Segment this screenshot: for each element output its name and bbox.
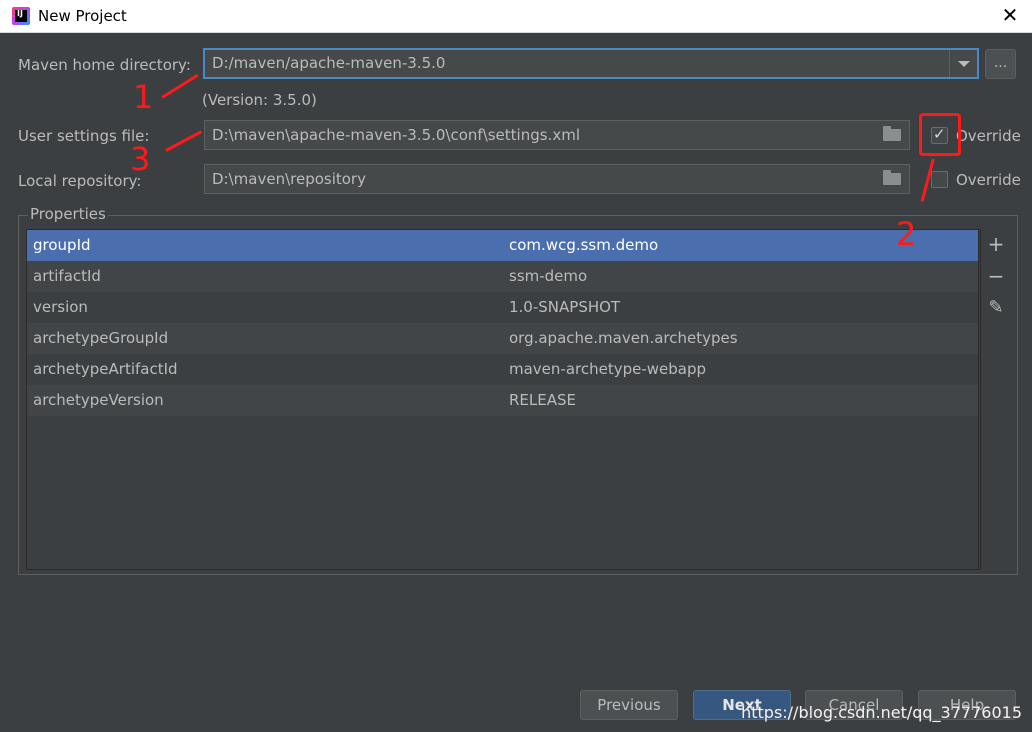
annotation-number-1: 1 [133,78,154,116]
annotation-arrow-1 [161,73,199,99]
local-repo-label: Local repository: [18,172,142,190]
properties-table: groupId com.wcg.ssm.demo artifactId ssm-de… [26,229,979,570]
property-value: org.apache.maven.archetypes [509,329,738,347]
table-row[interactable]: archetypeVersion RELEASE [27,385,978,416]
edit-icon[interactable]: ✎ [981,293,1011,323]
annotation-number-3: 3 [130,140,151,178]
maven-home-combo[interactable]: D:/maven/apache-maven-3.5.0 [203,48,979,79]
remove-icon[interactable]: − [981,261,1011,291]
local-repo-override-label: Override [956,171,1021,189]
user-settings-value: D:\maven\apache-maven-3.5.0\conf\setting… [212,126,580,144]
user-settings-override-label: Override [956,127,1021,145]
annotation-arrow-3 [165,130,203,152]
table-row[interactable]: archetypeArtifactId maven-archetype-webap… [27,354,978,385]
maven-version-note: (Version: 3.5.0) [202,91,317,109]
annotation-highlight-box [919,113,961,156]
properties-toolbar: + − ✎ [980,229,1010,570]
property-key: archetypeArtifactId [33,360,178,378]
local-repo-field[interactable]: D:\maven\repository [204,164,910,194]
add-icon[interactable]: + [981,229,1011,259]
annotation-number-2: 2 [896,215,917,253]
property-value: RELEASE [509,391,576,409]
property-key: version [33,298,88,316]
property-key: archetypeGroupId [33,329,169,347]
maven-home-label: Maven home directory: [18,56,191,74]
property-value: maven-archetype-webapp [509,360,707,378]
maven-home-value: D:/maven/apache-maven-3.5.0 [212,54,446,72]
property-key: archetypeVersion [33,391,164,409]
local-repo-override-checkbox[interactable] [931,171,948,188]
property-value: com.wcg.ssm.demo [509,236,659,254]
browse-button[interactable]: ... [985,49,1016,79]
folder-icon[interactable] [883,170,901,185]
table-row[interactable]: artifactId ssm-demo [27,261,978,292]
user-settings-field[interactable]: D:\maven\apache-maven-3.5.0\conf\setting… [204,120,910,150]
property-key: groupId [33,236,91,254]
property-value: ssm-demo [509,267,588,285]
chevron-down-icon[interactable] [949,50,977,77]
title-bar: IJ New Project ✕ [0,0,1032,33]
table-row[interactable]: archetypeGroupId org.apache.maven.archety… [27,323,978,354]
table-row[interactable]: version 1.0-SNAPSHOT [27,292,978,323]
window-title: New Project [38,7,127,25]
intellij-app-icon: IJ [12,7,30,25]
table-row[interactable]: groupId com.wcg.ssm.demo [27,230,978,261]
close-icon[interactable]: ✕ [998,3,1022,27]
property-key: artifactId [33,267,101,285]
folder-icon[interactable] [883,126,901,141]
watermark: https://blog.csdn.net/qq_37776015 [741,703,1022,722]
properties-title: Properties [28,205,108,223]
local-repo-value: D:\maven\repository [212,170,366,188]
property-value: 1.0-SNAPSHOT [509,298,621,316]
previous-button[interactable]: Previous [580,690,678,720]
